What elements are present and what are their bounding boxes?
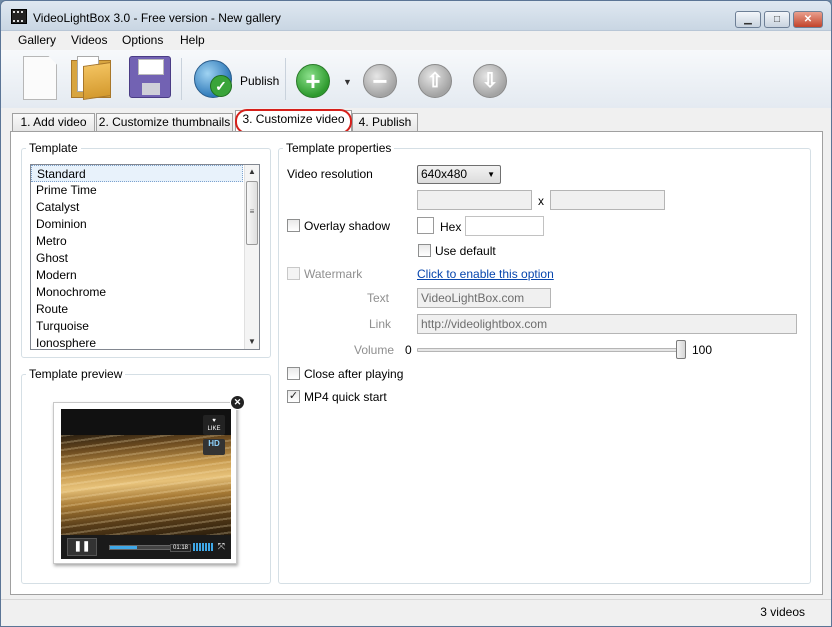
- watermark-text-field[interactable]: VideoLightBox.com: [417, 288, 551, 308]
- status-bar: 3 videos: [1, 599, 831, 626]
- add-video-icon[interactable]: +: [296, 64, 330, 98]
- pause-icon: ❚❚: [67, 538, 97, 556]
- window-title: VideoLightBox 3.0 - Free version - New g…: [33, 11, 281, 25]
- use-default-checkbox[interactable]: [418, 244, 431, 257]
- maximize-button[interactable]: □: [764, 11, 790, 28]
- list-item[interactable]: Catalyst: [31, 199, 243, 216]
- enable-watermark-link[interactable]: Click to enable this option: [417, 267, 554, 281]
- watermark-link-label: Link: [369, 317, 392, 331]
- preview-close-icon: ✕: [230, 395, 245, 410]
- overlay-shadow-label: Overlay shadow: [304, 219, 391, 233]
- template-group-title: Template: [26, 141, 81, 155]
- like-label: LIKE: [207, 426, 221, 432]
- times-sign: x: [538, 194, 544, 208]
- template-list[interactable]: Standard Prime Time Catalyst Dominion Me…: [30, 164, 260, 350]
- list-item[interactable]: Standard: [31, 165, 243, 182]
- app-window: VideoLightBox 3.0 - Free version - New g…: [0, 0, 832, 627]
- tab-customize-thumbnails[interactable]: 2. Customize thumbnails: [96, 113, 233, 131]
- close-after-playing-checkbox[interactable]: [287, 367, 300, 380]
- hex-field[interactable]: [465, 216, 544, 236]
- new-gallery-icon[interactable]: [23, 56, 57, 100]
- save-disk-icon[interactable]: [129, 56, 171, 98]
- hd-icon: HD: [203, 439, 225, 455]
- title-bar[interactable]: VideoLightBox 3.0 - Free version - New g…: [1, 1, 831, 31]
- list-item[interactable]: Ionosphere: [31, 335, 243, 349]
- like-icon: ♥ LIKE: [203, 415, 225, 435]
- template-preview-card: ♥ LIKE HD ❚❚ 01:18 ⤧: [53, 402, 237, 564]
- list-item[interactable]: Ghost: [31, 250, 243, 267]
- list-item[interactable]: Route: [31, 301, 243, 318]
- tab-publish[interactable]: 4. Publish: [352, 113, 418, 131]
- template-preview-title: Template preview: [26, 367, 126, 381]
- volume-slider-thumb[interactable]: [676, 340, 686, 359]
- tab-add-video[interactable]: 1. Add video: [12, 113, 95, 131]
- list-item[interactable]: Dominion: [31, 216, 243, 233]
- minimize-button[interactable]: ▁: [735, 11, 761, 28]
- toolbar-separator: [181, 58, 182, 100]
- volume-bars-icon: [193, 543, 213, 551]
- menu-bar: Gallery Videos Options Help: [1, 31, 831, 50]
- list-item[interactable]: Prime Time: [31, 182, 243, 199]
- shadow-color-swatch[interactable]: [417, 217, 434, 234]
- chevron-down-icon: ▼: [487, 170, 495, 179]
- progress-bar: 01:18: [109, 544, 192, 552]
- scroll-thumb[interactable]: ≡: [246, 181, 258, 245]
- fullscreen-icon: ⤧: [217, 541, 225, 551]
- film-strip-icon: [11, 9, 27, 24]
- volume-min-label: 0: [405, 343, 412, 357]
- menu-help[interactable]: Help: [180, 33, 205, 47]
- overlay-shadow-checkbox[interactable]: [287, 219, 300, 232]
- mp4-quick-start-label: MP4 quick start: [304, 390, 387, 404]
- template-list-scrollbar[interactable]: ▲ ≡ ▼: [244, 165, 259, 349]
- volume-label: Volume: [354, 343, 395, 357]
- scroll-up-arrow-icon[interactable]: ▲: [245, 165, 259, 179]
- video-resolution-value: 640x480: [421, 167, 468, 181]
- open-folder-icon[interactable]: [69, 56, 113, 100]
- close-after-playing-label: Close after playing: [304, 367, 404, 381]
- add-dropdown-arrow-icon[interactable]: ▼: [343, 77, 352, 87]
- volume-max-label: 100: [692, 343, 713, 357]
- list-item[interactable]: Metro: [31, 233, 243, 250]
- toolbar: ✓ Publish + ▼ − ⇧ ⇩: [1, 50, 831, 108]
- watermark-label: Watermark: [304, 267, 363, 281]
- move-up-icon[interactable]: ⇧: [418, 64, 452, 98]
- progress-fill: [110, 546, 138, 549]
- template-properties-title: Template properties: [283, 141, 395, 155]
- list-item[interactable]: Turquoise: [31, 318, 243, 335]
- watermark-checkbox[interactable]: [287, 267, 300, 280]
- template-properties-group: [278, 148, 811, 584]
- list-item[interactable]: Modern: [31, 267, 243, 284]
- publish-globe-icon[interactable]: ✓: [194, 60, 232, 98]
- menu-options[interactable]: Options: [122, 33, 163, 47]
- resolution-height-field[interactable]: [550, 190, 665, 210]
- menu-videos[interactable]: Videos: [71, 33, 107, 47]
- player-control-bar: ❚❚ 01:18 ⤧: [61, 535, 231, 559]
- scroll-down-arrow-icon[interactable]: ▼: [245, 335, 259, 349]
- mp4-quick-start-checkbox[interactable]: ✓: [287, 390, 300, 403]
- tab-strip: 1. Add video 2. Customize thumbnails 3. …: [1, 109, 831, 132]
- publish-button-label[interactable]: Publish: [240, 74, 279, 88]
- watermark-link-field[interactable]: http://videolightbox.com: [417, 314, 797, 334]
- toolbar-separator: [285, 58, 286, 100]
- status-video-count: 3 videos: [760, 605, 805, 619]
- watermark-text-label: Text: [367, 291, 390, 305]
- remove-video-icon[interactable]: −: [363, 64, 397, 98]
- time-readout: 01:18: [170, 544, 192, 552]
- video-resolution-label: Video resolution: [287, 167, 373, 181]
- resolution-width-field[interactable]: [417, 190, 532, 210]
- list-item[interactable]: Monochrome: [31, 284, 243, 301]
- video-resolution-select[interactable]: 640x480 ▼: [417, 165, 501, 184]
- menu-gallery[interactable]: Gallery: [18, 33, 56, 47]
- volume-slider-track[interactable]: [417, 348, 683, 352]
- use-default-label: Use default: [435, 244, 496, 258]
- video-player-preview: ♥ LIKE HD ❚❚ 01:18 ⤧: [61, 409, 231, 559]
- move-down-icon[interactable]: ⇩: [473, 64, 507, 98]
- close-button[interactable]: ✕: [793, 11, 823, 28]
- hex-label: Hex: [440, 220, 462, 234]
